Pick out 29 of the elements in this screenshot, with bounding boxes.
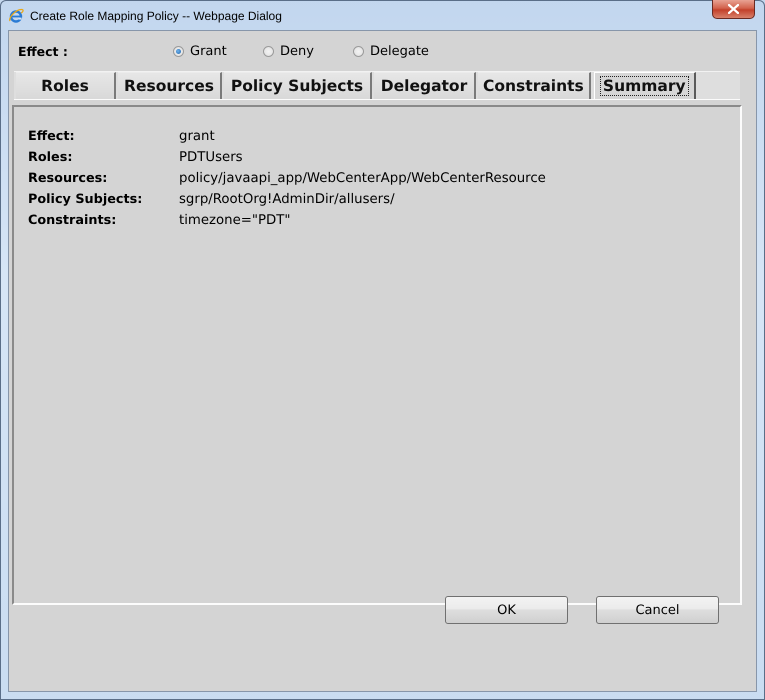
radio-label: Deny: [280, 44, 314, 58]
summary-value: sgrp/RootOrg!AdminDir/allusers/: [179, 192, 395, 207]
summary-value: timezone="PDT": [179, 213, 291, 228]
tab[interactable]: Resources: [118, 72, 222, 99]
field-label: Effect :: [18, 44, 69, 58]
tab[interactable]: Roles: [16, 72, 116, 99]
radio-button[interactable]: [173, 46, 184, 56]
tab[interactable]: Constraints: [478, 72, 591, 99]
radio-label: Delegate: [370, 44, 429, 58]
summary-value: policy/javaapi_app/WebCenterApp/WebCenterResource: [179, 171, 546, 186]
summary-label: Roles:: [28, 150, 74, 165]
radio-button[interactable]: [353, 46, 364, 56]
ok-button[interactable]: OK: [445, 596, 568, 624]
window-title: Create Role Mapping Policy -- Webpage Dialog: [30, 9, 282, 23]
tab[interactable]: Summary: [594, 72, 696, 99]
summary-label: Effect:: [28, 129, 76, 144]
radio-label: Grant: [190, 44, 227, 58]
cancel-button[interactable]: Cancel: [596, 596, 719, 624]
close-icon: [728, 4, 739, 14]
summary-label: Constraints:: [28, 213, 118, 228]
radio-button[interactable]: [263, 46, 274, 56]
summary-label: Policy Subjects:: [28, 192, 144, 207]
summary-label: Resources:: [28, 171, 108, 186]
summary-value: grant: [179, 129, 215, 144]
browser-icon: [8, 8, 24, 24]
tab[interactable]: Delegator: [374, 72, 476, 99]
summary-value: PDTUsers: [179, 150, 243, 165]
close-button[interactable]: [712, 0, 755, 19]
tab[interactable]: Policy Subjects: [224, 72, 372, 99]
